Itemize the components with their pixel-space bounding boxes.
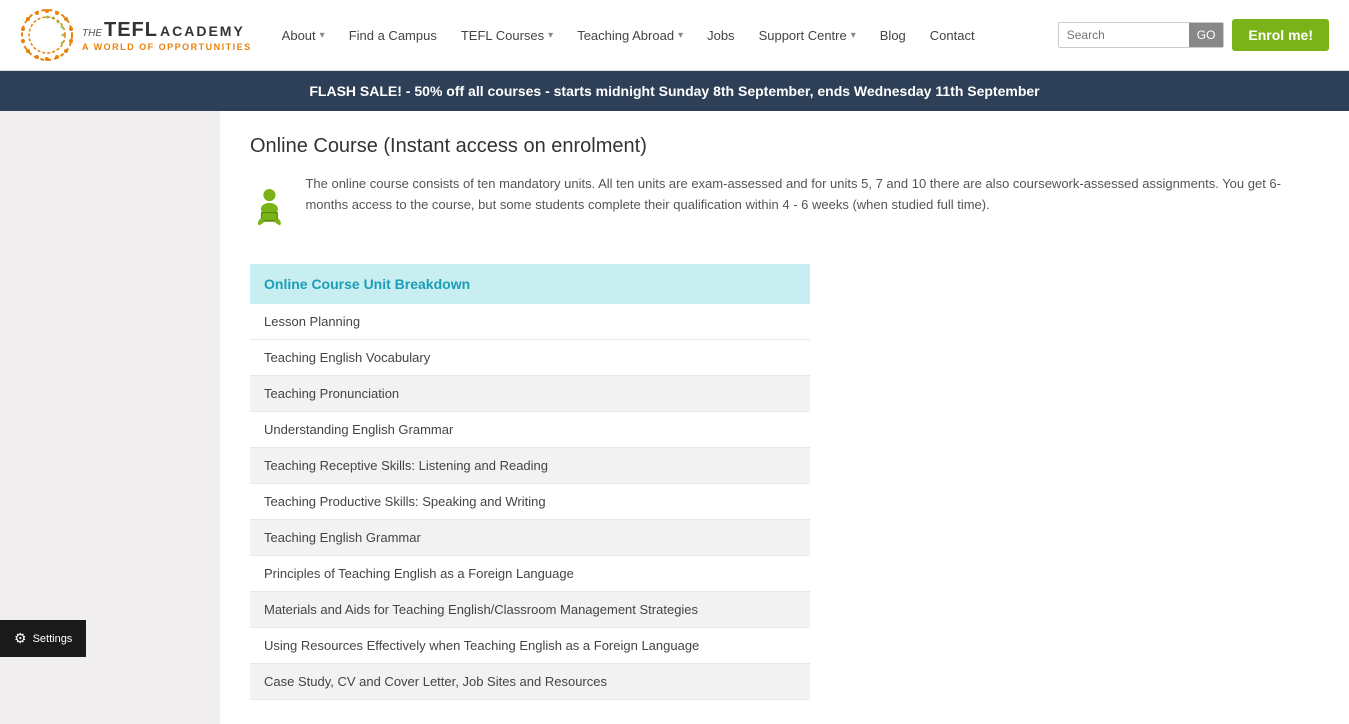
gear-icon: ⚙ [14, 630, 27, 647]
unit-row-2: Teaching Pronunciation [250, 376, 810, 412]
intro-section: The online course consists of ten mandat… [250, 174, 1313, 244]
nav-tefl-courses[interactable]: TEFL Courses ▾ [451, 20, 563, 51]
unit-row-0: Lesson Planning [250, 304, 810, 340]
nav-jobs[interactable]: Jobs [697, 20, 744, 51]
search-go-button[interactable]: GO [1189, 23, 1224, 47]
about-chevron-icon: ▾ [320, 30, 325, 41]
search-box: GO [1058, 22, 1225, 48]
nav-blog[interactable]: Blog [870, 20, 916, 51]
logo[interactable]: THE TEFL ACADEMY A WORLD OF OPPORTUNITIE… [20, 8, 252, 62]
unit-row-5: Teaching Productive Skills: Speaking and… [250, 484, 810, 520]
nav-support-centre[interactable]: Support Centre ▾ [749, 20, 866, 51]
nav-find-campus[interactable]: Find a Campus [339, 20, 447, 51]
main-nav: About ▾ Find a Campus TEFL Courses ▾ Tea… [272, 20, 1058, 51]
unit-row-9: Using Resources Effectively when Teachin… [250, 628, 810, 664]
nav-teaching-abroad[interactable]: Teaching Abroad ▾ [567, 20, 693, 51]
breakdown-section: Online Course Unit Breakdown Lesson Plan… [250, 264, 810, 700]
teaching-abroad-chevron-icon: ▾ [678, 30, 683, 41]
site-header: THE TEFL ACADEMY A WORLD OF OPPORTUNITIE… [0, 0, 1349, 71]
unit-row-6: Teaching English Grammar [250, 520, 810, 556]
support-chevron-icon: ▾ [851, 30, 856, 41]
nav-about[interactable]: About ▾ [272, 20, 335, 51]
nav-contact[interactable]: Contact [920, 20, 985, 51]
unit-row-8: Materials and Aids for Teaching English/… [250, 592, 810, 628]
content-panel: Online Course (Instant access on enrolme… [220, 111, 1349, 724]
breakdown-header: Online Course Unit Breakdown [250, 264, 810, 304]
unit-row-7: Principles of Teaching English as a Fore… [250, 556, 810, 592]
flash-banner: FLASH SALE! - 50% off all courses - star… [0, 71, 1349, 111]
units-list: Lesson PlanningTeaching English Vocabula… [250, 304, 810, 700]
student-icon [250, 174, 289, 244]
logo-text: THE TEFL ACADEMY A WORLD OF OPPORTUNITIE… [82, 19, 252, 52]
unit-row-1: Teaching English Vocabulary [250, 340, 810, 376]
settings-bar[interactable]: ⚙ Settings [0, 620, 86, 657]
header-right: GO Enrol me! [1058, 19, 1329, 51]
courses-chevron-icon: ▾ [548, 30, 553, 41]
search-input[interactable] [1059, 23, 1189, 47]
unit-row-10: Case Study, CV and Cover Letter, Job Sit… [250, 664, 810, 700]
intro-text: The online course consists of ten mandat… [305, 174, 1313, 216]
unit-row-3: Understanding English Grammar [250, 412, 810, 448]
enrol-button[interactable]: Enrol me! [1232, 19, 1329, 51]
page-title: Online Course (Instant access on enrolme… [250, 135, 1313, 158]
logo-icon [20, 8, 74, 62]
logo-tagline: A WORLD OF OPPORTUNITIES [82, 42, 252, 52]
unit-row-4: Teaching Receptive Skills: Listening and… [250, 448, 810, 484]
